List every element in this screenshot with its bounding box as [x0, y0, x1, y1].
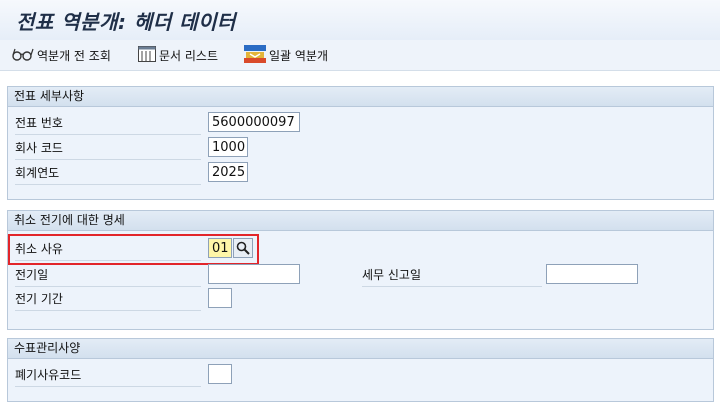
check-management-group: 수표관리사양 폐기사유코드 — [7, 338, 714, 402]
tax-reporting-date-label: 세무 신고일 — [362, 264, 542, 287]
void-reason-label: 폐기사유코드 — [15, 364, 201, 387]
mass-reversal-button[interactable]: 일괄 역분개 — [244, 44, 329, 66]
posting-period-row: 전기 기간 — [8, 288, 713, 312]
tax-reporting-date-field[interactable] — [546, 264, 638, 284]
fiscal-year-field[interactable]: 2025 — [208, 162, 248, 182]
document-list-button[interactable]: 문서 리스트 — [138, 45, 218, 65]
doc-number-row: 전표 번호 5600000097 — [8, 112, 713, 136]
mass-reversal-label: 일괄 역분개 — [269, 48, 329, 63]
display-before-reversal-label: 역분개 전 조회 — [37, 48, 111, 63]
company-code-label: 회사 코드 — [15, 137, 201, 160]
glasses-icon — [12, 47, 34, 64]
fiscal-year-row: 회계연도 2025 — [8, 162, 713, 186]
posting-date-row: 전기일 세무 신고일 — [8, 264, 713, 288]
document-list-label: 문서 리스트 — [159, 48, 219, 63]
company-code-field[interactable]: 1000 — [208, 137, 248, 157]
batch-icon — [244, 44, 266, 66]
reversal-spec-title: 취소 전기에 대한 명세 — [8, 211, 713, 231]
doc-number-field[interactable]: 5600000097 — [208, 112, 300, 132]
display-before-reversal-button[interactable]: 역분개 전 조회 — [12, 45, 111, 65]
posting-period-field[interactable] — [208, 288, 232, 308]
fiscal-year-label: 회계연도 — [15, 162, 201, 185]
title-bar: 전표 역분개: 헤더 데이터 — [0, 0, 720, 41]
list-icon — [138, 45, 156, 65]
check-management-title: 수표관리사양 — [8, 339, 713, 359]
posting-period-label: 전기 기간 — [15, 288, 201, 311]
doc-number-label: 전표 번호 — [15, 112, 201, 135]
void-reason-row: 폐기사유코드 — [8, 364, 713, 388]
document-details-title: 전표 세부사항 — [8, 87, 713, 107]
posting-date-label: 전기일 — [15, 264, 201, 287]
company-code-row: 회사 코드 1000 — [8, 137, 713, 161]
posting-date-field[interactable] — [208, 264, 300, 284]
page-title: 전표 역분개: 헤더 데이터 — [16, 10, 236, 34]
highlight-box — [8, 234, 259, 265]
reversal-spec-group: 취소 전기에 대한 명세 취소 사유 01 전기일 세무 신고일 전기 기간 — [7, 210, 714, 330]
document-details-group: 전표 세부사항 전표 번호 5600000097 회사 코드 1000 회계연도… — [7, 86, 714, 200]
application-toolbar: 역분개 전 조회 문서 리스트 일괄 역분개 — [0, 40, 720, 71]
void-reason-field[interactable] — [208, 364, 232, 384]
